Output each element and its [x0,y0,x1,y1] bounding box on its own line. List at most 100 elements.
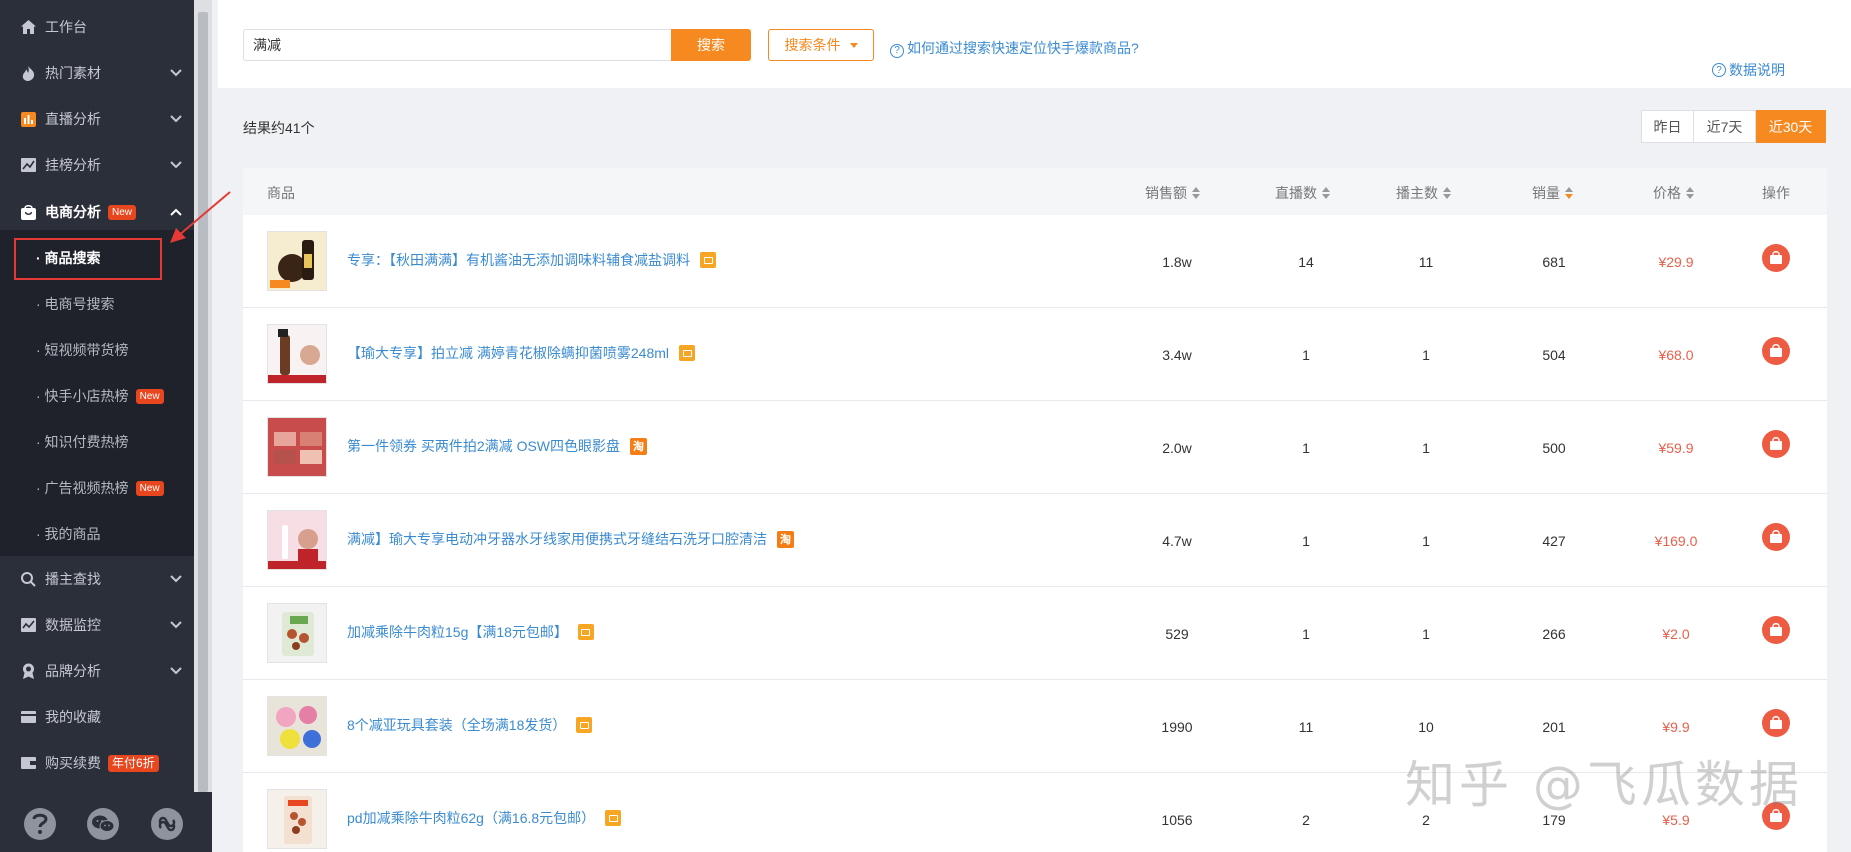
data-description-link[interactable]: ? 数据说明 [1712,60,1785,80]
sidebar-subitem-label: · 广告视频热榜 [36,480,129,496]
sales-cell: 3.4w [1162,347,1192,363]
result-count: 结果约41个 [243,120,315,136]
miniprogram-icon[interactable] [151,808,183,840]
product-name-link[interactable]: 8个减亚玩具套装（全场满18发货） [347,715,593,735]
kuaishou-shop-icon [577,624,594,640]
shopping-bag-icon[interactable] [1762,616,1790,644]
sort-icon [1322,187,1330,199]
sidebar-subitem-kuaishou-shop-ranking[interactable]: · 快手小店热榜 New [0,373,194,419]
price-cell: ¥59.9 [1658,440,1694,456]
sidebar-item-data-monitor[interactable]: 数据监控 [0,602,194,648]
search-help-link[interactable]: ? 如何通过搜索快速定位快手爆款商品? [890,38,1139,58]
new-badge: New [108,204,137,220]
monitor-chart-icon [20,617,36,633]
kuaishou-shop-icon [700,252,716,268]
column-header-lives[interactable]: 直播数 [1275,183,1330,203]
search-icon [20,571,36,587]
chevron-down-icon [170,621,182,629]
card-icon [20,709,36,725]
sidebar-item-host-search[interactable]: 播主查找 [0,556,194,602]
shopping-bag-icon[interactable] [1762,523,1790,551]
wechat-icon[interactable] [87,808,119,840]
discount-badge: 年付6折 [108,754,159,772]
sidebar-item-purchase-renew[interactable]: 购买续费 年付6折 [0,740,194,786]
sidebar-item-hot-material[interactable]: 热门素材 [0,50,194,96]
chevron-down-icon [170,667,182,675]
home-icon [20,19,36,35]
price-cell: ¥29.9 [1658,254,1694,270]
product-thumbnail[interactable] [267,417,327,477]
product-thumbnail[interactable] [267,510,327,570]
sidebar-subitem-label: · 我的商品 [36,526,101,542]
product-name-link[interactable]: 专享：【秋田满满】有机酱油无添加调味料辅食减盐调料 [347,250,716,270]
search-button[interactable]: 搜索 [671,29,751,61]
sidebar-item-live-analysis[interactable]: 直播分析 [0,96,194,142]
chevron-down-icon [170,575,182,583]
hosts-cell: 1 [1422,347,1430,363]
search-input[interactable] [243,29,671,61]
sidebar-subitem-short-video-ranking[interactable]: · 短视频带货榜 [0,327,194,373]
kuaishou-shop-icon [605,810,622,826]
kuaishou-shop-icon [679,345,696,361]
product-thumbnail[interactable] [267,696,327,756]
question-circle-icon: ? [1712,63,1726,77]
new-badge: New [135,480,164,496]
shopping-bag-icon[interactable] [1762,244,1790,272]
product-name: 8个减亚玩具套装（全场满18发货） [347,717,567,733]
sidebar-item-workbench[interactable]: 工作台 [0,4,194,50]
sidebar-item-ranking-analysis[interactable]: 挂榜分析 [0,142,194,188]
column-header-price[interactable]: 价格 [1653,183,1694,203]
sort-icon [1443,187,1451,199]
column-header-volume[interactable]: 销量 [1532,183,1573,203]
highlight-annotation-box [14,238,162,280]
sidebar-subitem-knowledge-paid-ranking[interactable]: · 知识付费热榜 [0,419,194,465]
product-name-link[interactable]: 满减】瑜大专享电动冲牙器水牙线家用便携式牙缝结石洗牙口腔清洁淘 [347,529,794,549]
sidebar-subitem-my-products[interactable]: · 我的商品 [0,511,194,557]
caret-down-icon [849,42,858,48]
product-name-link[interactable]: 第一件领券 买两件拍2满减 OSW四色眼影盘淘 [347,436,648,456]
shopping-bag-icon[interactable] [1762,337,1790,365]
sidebar-subitem-ecommerce-account-search[interactable]: · 电商号搜索 [0,281,194,327]
date-filter-yesterday[interactable]: 昨日 [1641,110,1694,143]
column-header-label: 销量 [1532,185,1560,201]
product-thumbnail[interactable] [267,603,327,663]
question-circle-icon: ? [890,43,904,58]
product-name: pd加减乘除牛肉粒62g（满16.8元包邮） [347,810,596,826]
chevron-down-icon [170,69,182,77]
search-conditions-dropdown[interactable]: 搜索条件 [768,29,874,61]
sidebar-subitem-ad-video-ranking[interactable]: · 广告视频热榜 New [0,465,194,511]
column-header-hosts[interactable]: 播主数 [1396,183,1451,203]
shopping-bag-icon[interactable] [1762,430,1790,458]
column-header-label: 操作 [1762,185,1790,201]
product-thumbnail[interactable] [267,324,327,384]
award-icon [20,663,36,679]
product-name-link[interactable]: pd加减乘除牛肉粒62g（满16.8元包邮） [347,808,622,828]
fire-icon [20,65,36,81]
lives-cell: 1 [1302,533,1310,549]
sidebar-item-my-favorites[interactable]: 我的收藏 [0,694,194,740]
sort-active-icon [1565,187,1573,199]
price-cell: ¥2.0 [1662,626,1690,642]
product-name-link[interactable]: 【瑜大专享】拍立减 满婷青花椒除螨抑菌喷雾248ml [347,343,696,363]
product-name-link[interactable]: 加减乘除牛肉粒15g【满18元包邮】 [347,622,594,642]
product-thumbnail[interactable] [267,231,327,291]
date-filter-30days[interactable]: 近30天 [1756,110,1826,143]
help-icon[interactable] [24,808,56,840]
hosts-cell: 11 [1418,254,1434,270]
product-thumbnail[interactable] [267,789,327,849]
sidebar-item-brand-analysis[interactable]: 品牌分析 [0,648,194,694]
lives-cell: 1 [1302,626,1310,642]
sidebar-scroll-thumb[interactable] [198,12,208,792]
shopping-bag-icon[interactable] [1762,709,1790,737]
sidebar-item-label: 热门素材 [45,65,101,81]
sidebar-item-label: 购买续费 [45,755,101,771]
sidebar-item-label: 我的收藏 [45,709,101,725]
date-filter-7days[interactable]: 近7天 [1694,110,1756,143]
product-name: 【瑜大专享】拍立减 满婷青花椒除螨抑菌喷雾248ml [347,345,670,361]
hosts-cell: 1 [1422,440,1430,456]
product-name: 第一件领券 买两件拍2满减 OSW四色眼影盘 [347,438,621,454]
column-header-label: 销售额 [1145,185,1187,201]
taobao-icon: 淘 [630,437,648,455]
column-header-sales[interactable]: 销售额 [1145,183,1200,203]
hosts-cell: 1 [1422,626,1430,642]
